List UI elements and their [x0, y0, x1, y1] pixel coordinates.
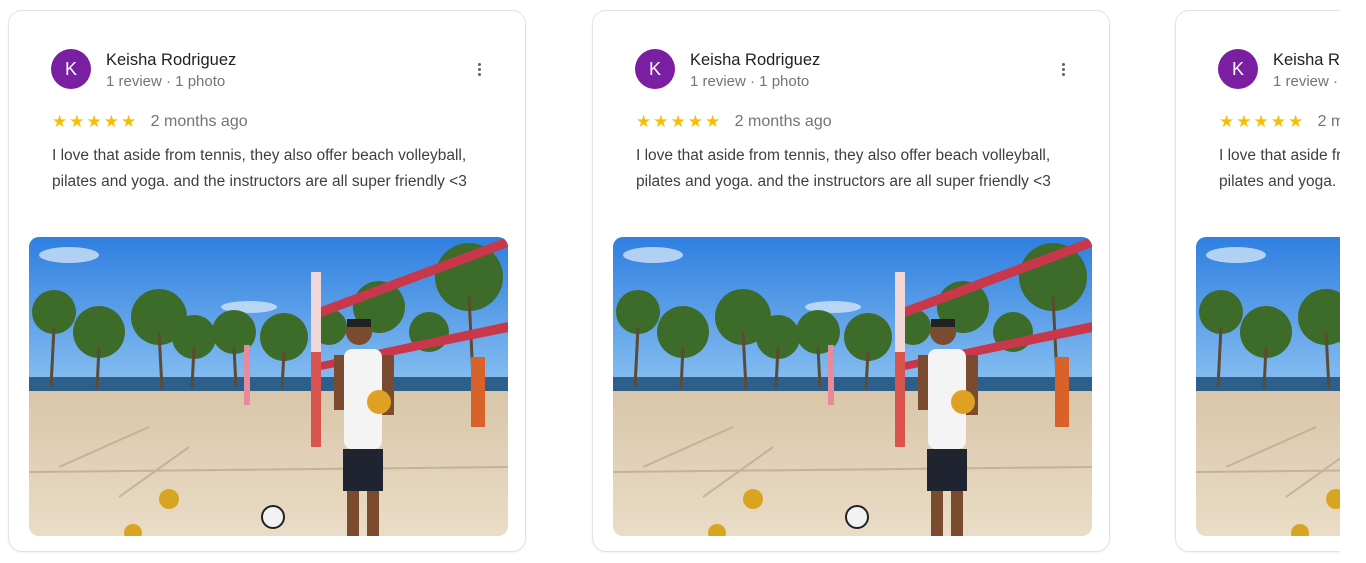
rating-row: ★★★★★ 2 months ago — [52, 112, 248, 134]
review-age: 2 months ago — [734, 113, 832, 130]
review-text: I love that aside from tennis, they also… — [52, 147, 467, 190]
star-rating: ★★★★★ — [636, 112, 723, 131]
reviews-carousel: K Keisha Rodriguez 1 review · 1 photo ★★… — [0, 0, 1340, 563]
review-header: K Keisha Rodriguez 1 review · 1 photo — [635, 49, 1075, 93]
review-header: K Keisha Rodriguez 1 review · 1 photo — [1218, 49, 1340, 93]
reviewer-meta: 1 review · 1 photo — [690, 73, 810, 90]
review-photo[interactable] — [613, 237, 1092, 536]
review-text: I love that aside from tennis, they also… — [1219, 147, 1340, 190]
review-age: 2 months ago — [150, 113, 248, 130]
review-photo[interactable] — [29, 237, 508, 536]
reviewer-name[interactable]: Keisha Rodriguez — [690, 51, 820, 70]
beach-volleyball-photo — [29, 237, 508, 536]
avatar[interactable]: K — [51, 49, 91, 89]
avatar[interactable]: K — [1218, 49, 1258, 89]
reviewer-name[interactable]: Keisha Rodriguez — [1273, 51, 1340, 70]
review-card: K Keisha Rodriguez 1 review · 1 photo ★★… — [592, 10, 1110, 552]
review-photo[interactable] — [1196, 237, 1340, 536]
review-card: K Keisha Rodriguez 1 review · 1 photo ★★… — [8, 10, 526, 552]
reviewer-meta: 1 review · 1 photo — [106, 73, 226, 90]
reviewer-meta: 1 review · 1 photo — [1273, 73, 1340, 90]
reviewer-name[interactable]: Keisha Rodriguez — [106, 51, 236, 70]
review-age: 2 months ago — [1317, 113, 1340, 130]
rating-row: ★★★★★ 2 months ago — [636, 112, 832, 134]
star-rating: ★★★★★ — [52, 112, 139, 131]
review-header: K Keisha Rodriguez 1 review · 1 photo — [51, 49, 491, 93]
review-text: I love that aside from tennis, they also… — [636, 147, 1051, 190]
beach-volleyball-photo — [613, 237, 1092, 536]
more-vert-icon[interactable] — [472, 63, 486, 81]
beach-volleyball-photo — [1196, 237, 1340, 536]
rating-row: ★★★★★ 2 months ago — [1219, 112, 1340, 134]
star-rating: ★★★★★ — [1219, 112, 1306, 131]
more-vert-icon[interactable] — [1056, 63, 1070, 81]
avatar[interactable]: K — [635, 49, 675, 89]
review-card: K Keisha Rodriguez 1 review · 1 photo ★★… — [1175, 10, 1340, 552]
